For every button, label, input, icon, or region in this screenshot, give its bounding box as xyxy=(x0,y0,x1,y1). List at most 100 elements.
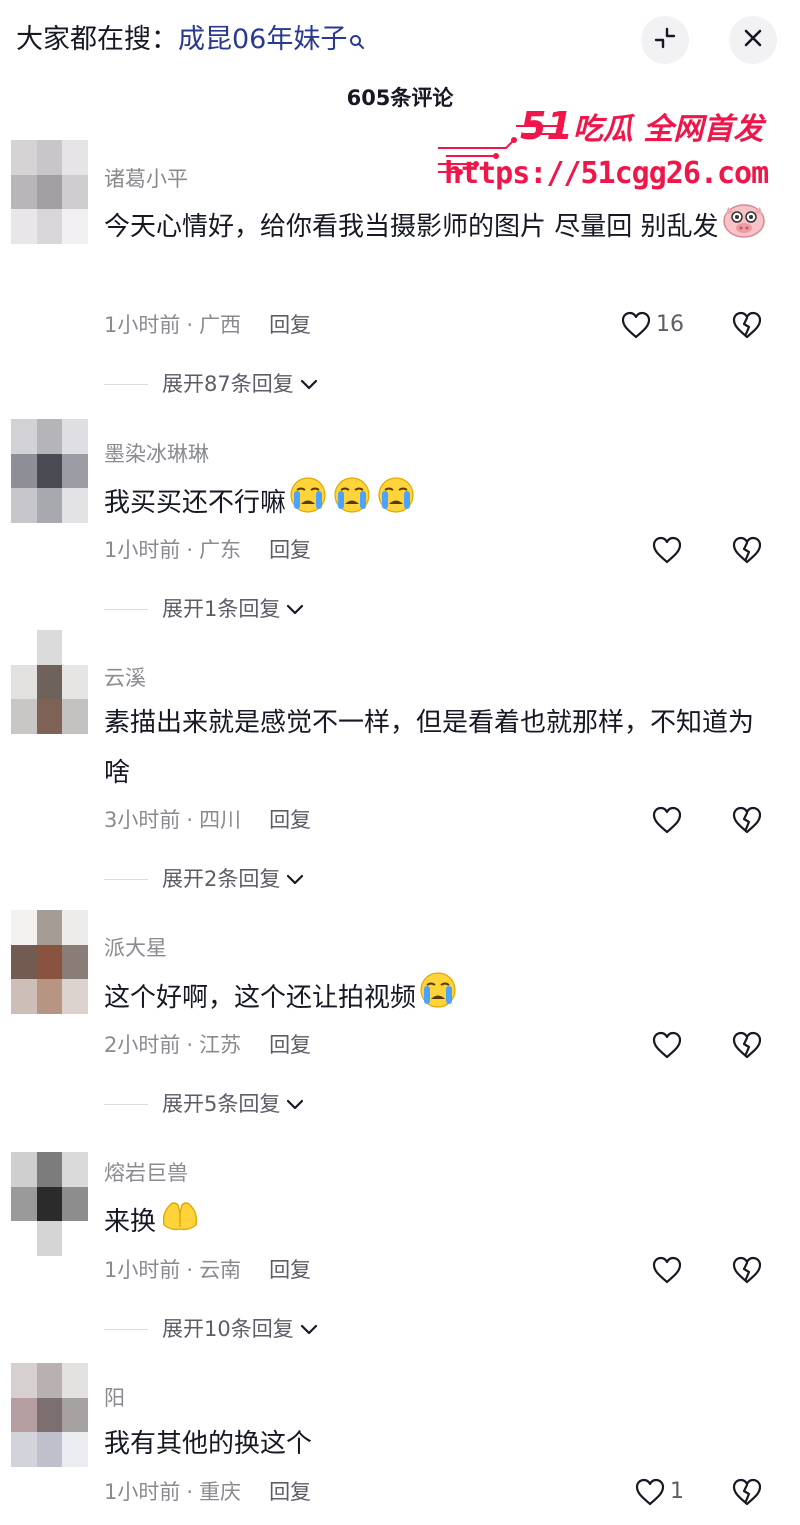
comment-meta: 1小时前 · 广东 回复 xyxy=(104,538,312,562)
chevron-down-icon xyxy=(286,864,304,894)
comment-username[interactable]: 阳 xyxy=(104,1382,125,1414)
reply-button[interactable]: 回复 xyxy=(269,808,311,832)
reply-button[interactable]: 回复 xyxy=(269,1480,311,1504)
collapse-button[interactable] xyxy=(641,16,689,64)
comment-text: 来换 xyxy=(104,1195,774,1250)
collapse-icon xyxy=(652,25,678,55)
comment-meta: 3小时前 · 四川 回复 xyxy=(104,808,312,832)
reply-button[interactable]: 回复 xyxy=(269,1258,311,1282)
comment-username[interactable]: 诸葛小平 xyxy=(104,163,188,195)
comment-meta: 1小时前 · 广西 回复 xyxy=(104,313,312,337)
comment-username[interactable]: 墨染冰琳琳 xyxy=(104,438,209,470)
like-button[interactable] xyxy=(651,805,687,835)
crying-face-emoji xyxy=(418,970,460,1027)
expand-replies-button[interactable]: 展开1条回复 xyxy=(104,594,304,624)
avatar[interactable] xyxy=(11,419,88,523)
comment-text: 这个好啊，这个还让拍视频 xyxy=(104,970,774,1027)
avatar[interactable] xyxy=(11,1363,88,1467)
comment-location: 云南 xyxy=(199,1258,242,1282)
search-suggestion-query[interactable]: 成昆06年妹子 xyxy=(178,24,347,55)
pray-hands-emoji xyxy=(158,1195,204,1250)
comment-meta: 1小时前 · 云南 回复 xyxy=(104,1258,312,1282)
comment-username[interactable]: 云溪 xyxy=(104,662,146,694)
comment-username[interactable]: 熔岩巨兽 xyxy=(104,1157,188,1189)
divider-line xyxy=(104,1328,148,1330)
avatar[interactable] xyxy=(11,630,88,734)
divider-line xyxy=(104,383,148,385)
search-suggestion[interactable]: 大家都在搜：成昆06年妹子 xyxy=(16,20,365,62)
close-icon xyxy=(742,27,764,53)
comment-location: 广东 xyxy=(199,538,242,562)
divider-line xyxy=(104,608,148,610)
chevron-down-icon xyxy=(300,369,318,399)
broken-heart-icon xyxy=(731,1478,763,1511)
like-button[interactable]: 1 xyxy=(634,1477,684,1507)
expand-replies-button[interactable]: 展开2条回复 xyxy=(104,864,304,894)
comment-text-content: 我买买还不行嘛 xyxy=(104,488,287,518)
avatar[interactable] xyxy=(11,140,88,244)
comment-text: 我买买还不行嘛 xyxy=(104,475,774,532)
pig-face-emoji xyxy=(721,199,767,256)
comment-username[interactable]: 派大星 xyxy=(104,932,167,964)
comment-text-content: 我有其他的换这个 xyxy=(104,1429,313,1459)
reply-button[interactable]: 回复 xyxy=(269,313,311,337)
comment-text-content: 今天心情好，给你看我当摄影师的图片 尽量回 别乱发 xyxy=(104,212,719,242)
like-button[interactable]: 16 xyxy=(620,310,684,340)
dislike-button[interactable] xyxy=(731,1477,765,1507)
reply-button[interactable]: 回复 xyxy=(269,1033,311,1057)
heart-icon xyxy=(651,805,683,835)
dislike-button[interactable] xyxy=(731,1255,765,1285)
comment-meta: 1小时前 · 重庆 回复 xyxy=(104,1480,312,1504)
expand-replies-button[interactable]: 展开10条回复 xyxy=(104,1314,318,1344)
expand-replies-label: 展开1条回复 xyxy=(162,597,281,621)
comment-time: 1小时前 xyxy=(104,313,181,337)
comment-time: 3小时前 xyxy=(104,808,181,832)
dislike-button[interactable] xyxy=(731,805,765,835)
close-button[interactable] xyxy=(729,16,777,64)
top-bar: 大家都在搜：成昆06年妹子 xyxy=(0,0,800,80)
broken-heart-icon xyxy=(731,536,763,569)
expand-replies-label: 展开10条回复 xyxy=(162,1317,294,1341)
comment-text-content: 来换 xyxy=(104,1207,157,1237)
like-count: 1 xyxy=(670,1479,684,1504)
expand-replies-label: 展开87条回复 xyxy=(162,372,294,396)
heart-icon xyxy=(651,1255,683,1285)
comment-text-content: 素描出来就是感觉不一样，但是看着也就那样，不知道为啥 xyxy=(104,708,755,788)
comment-time: 1小时前 xyxy=(104,1258,181,1282)
search-suggestion-prefix: 大家都在搜： xyxy=(16,24,178,55)
like-button[interactable] xyxy=(651,1030,687,1060)
broken-heart-icon xyxy=(731,806,763,839)
comment-location: 四川 xyxy=(199,808,242,832)
dislike-button[interactable] xyxy=(731,310,765,340)
avatar[interactable] xyxy=(11,1152,88,1256)
expand-replies-label: 展开5条回复 xyxy=(162,1092,281,1116)
watermark-brand-text: 吃瓜 全网首发 xyxy=(572,112,764,147)
watermark: 51吃瓜 全网首发 https://51cgg26.com xyxy=(436,104,769,200)
avatar[interactable] xyxy=(11,910,88,1014)
like-button[interactable] xyxy=(651,1255,687,1285)
watermark-brand: 51吃瓜 全网首发 xyxy=(520,104,763,152)
like-button[interactable] xyxy=(651,535,687,565)
expand-replies-label: 展开2条回复 xyxy=(162,867,281,891)
heart-icon xyxy=(651,1030,683,1060)
expand-replies-button[interactable]: 展开5条回复 xyxy=(104,1089,304,1119)
crying-face-emoji xyxy=(288,475,418,532)
chevron-down-icon xyxy=(300,1314,318,1344)
watermark-brand-number: 51 xyxy=(520,104,573,148)
dislike-button[interactable] xyxy=(731,535,765,565)
divider-line xyxy=(104,1103,148,1105)
broken-heart-icon xyxy=(731,311,763,344)
chevron-down-icon xyxy=(286,594,304,624)
expand-replies-button[interactable]: 展开87条回复 xyxy=(104,369,318,399)
reply-button[interactable]: 回复 xyxy=(269,538,311,562)
broken-heart-icon xyxy=(731,1256,763,1289)
comment-meta: 2小时前 · 江苏 回复 xyxy=(104,1033,312,1057)
comment-location: 广西 xyxy=(199,313,242,337)
divider-line xyxy=(104,878,148,880)
heart-icon xyxy=(634,1477,666,1507)
dislike-button[interactable] xyxy=(731,1030,765,1060)
comment-time: 2小时前 xyxy=(104,1033,181,1057)
heart-icon xyxy=(620,310,652,340)
comment-text: 素描出来就是感觉不一样，但是看着也就那样，不知道为啥 xyxy=(104,698,774,798)
chevron-down-icon xyxy=(286,1089,304,1119)
